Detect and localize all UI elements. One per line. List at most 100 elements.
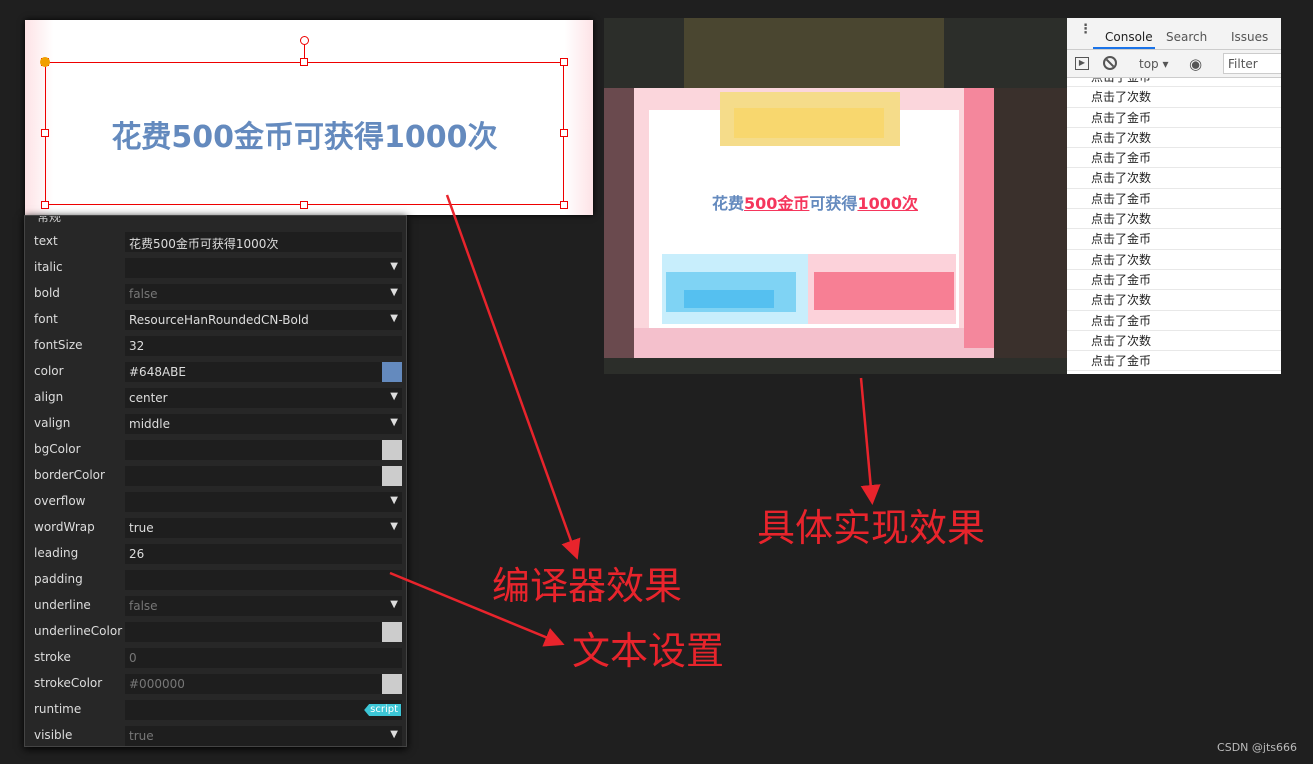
dropdown-arrow-icon[interactable]: ▼ [390, 287, 398, 298]
property-value: center [129, 391, 168, 405]
clear-console-icon[interactable] [1103, 56, 1117, 70]
property-label: font [34, 312, 58, 326]
property-label: italic [34, 260, 63, 274]
property-input-visible[interactable]: true ▼ [125, 726, 402, 746]
resize-handle[interactable] [300, 201, 308, 209]
devtools-tabs: ⋮ Console Search Issues [1067, 18, 1281, 50]
color-swatch[interactable] [382, 466, 402, 486]
editor-preview[interactable]: 花费500金币可获得1000次 [25, 20, 593, 215]
tab-search[interactable]: Search [1166, 30, 1207, 44]
color-swatch[interactable] [382, 674, 402, 694]
property-label: wordWrap [34, 520, 95, 534]
dropdown-arrow-icon[interactable]: ▼ [390, 391, 398, 402]
dropdown-arrow-icon[interactable]: ▼ [390, 313, 398, 324]
property-input-color[interactable]: #648ABE [125, 362, 402, 382]
property-input-bold[interactable]: false ▼ [125, 284, 402, 304]
game-text-part: 1000次 [857, 194, 918, 213]
tab-issues[interactable]: Issues [1231, 30, 1268, 44]
active-tab-indicator [1093, 47, 1155, 49]
property-input-leading[interactable]: 26 [125, 544, 402, 564]
resize-handle[interactable] [300, 58, 308, 66]
color-swatch[interactable] [382, 622, 402, 642]
filter-input[interactable]: Filter [1223, 53, 1281, 74]
property-label: leading [34, 546, 79, 560]
property-row-runtime: runtime script [25, 700, 405, 720]
console-log-entry: 点击了金币 [1067, 189, 1281, 210]
property-row-italic: italic ▼ [25, 258, 405, 278]
dropdown-arrow-icon[interactable]: ▼ [390, 261, 398, 272]
context-select[interactable]: top ▾ [1139, 57, 1169, 71]
more-icon[interactable]: ⋮ [1079, 23, 1092, 36]
property-value: false [129, 287, 158, 301]
property-row-bgColor: bgColor [25, 440, 405, 460]
console-log-entry: 点击了金币 [1067, 229, 1281, 250]
console-log-entry: 点击了次数 [1067, 128, 1281, 149]
property-input-underlineColor[interactable] [125, 622, 402, 642]
dropdown-arrow-icon[interactable]: ▼ [390, 495, 398, 506]
property-input-valign[interactable]: middle ▼ [125, 414, 402, 434]
property-input-bgColor[interactable] [125, 440, 402, 460]
property-value: 0 [129, 651, 137, 665]
property-label: color [34, 364, 64, 378]
property-value: #000000 [129, 677, 185, 691]
property-row-borderColor: borderColor [25, 466, 405, 486]
resize-handle[interactable] [560, 201, 568, 209]
property-input-wordWrap[interactable]: true ▼ [125, 518, 402, 538]
property-row-font: font ResourceHanRoundedCN-Bold ▼ [25, 310, 405, 330]
property-row-color: color #648ABE [25, 362, 405, 382]
console-log-entry: 点击了金币 [1067, 270, 1281, 291]
color-swatch[interactable] [382, 362, 402, 382]
dropdown-arrow-icon[interactable]: ▼ [390, 729, 398, 740]
pivot-handle[interactable] [40, 57, 50, 67]
property-value: #648ABE [129, 365, 186, 379]
console-log-entry: 点击了次数 [1067, 209, 1281, 230]
dropdown-arrow-icon[interactable]: ▼ [390, 417, 398, 428]
property-label: runtime [34, 702, 82, 716]
property-input-stroke[interactable]: 0 [125, 648, 402, 668]
arrow-editor [445, 194, 581, 560]
script-badge[interactable]: script [364, 704, 401, 716]
sidebar-toggle-icon[interactable]: ▶ [1075, 57, 1089, 70]
console-log-entry: 点击了金币 [1067, 108, 1281, 128]
property-label: bold [34, 286, 60, 300]
game-text-part: 500金币 [744, 194, 810, 213]
tab-console[interactable]: Console [1105, 30, 1153, 44]
property-row-stroke: stroke 0 [25, 648, 405, 668]
property-input-borderColor[interactable] [125, 466, 402, 486]
properties-panel: 常规 text 花费500金币可获得1000次 italic ▼ bold fa… [24, 215, 407, 747]
property-row-text: text 花费500金币可获得1000次 [25, 232, 405, 252]
console-log-entry: 点击了金币 [1067, 311, 1281, 331]
console-log-entry: 点击了次数 [1067, 331, 1281, 352]
resize-handle[interactable] [41, 201, 49, 209]
property-input-padding[interactable] [125, 570, 402, 590]
property-label: text [34, 234, 58, 248]
property-input-underline[interactable]: false ▼ [125, 596, 402, 616]
game-text-part: 可获得 [809, 194, 858, 213]
property-input-align[interactable]: center ▼ [125, 388, 402, 408]
property-input-italic[interactable]: ▼ [125, 258, 402, 278]
property-input-fontSize[interactable]: 32 [125, 336, 402, 356]
resize-handle[interactable] [560, 129, 568, 137]
property-row-fontSize: fontSize 32 [25, 336, 405, 356]
property-label: borderColor [34, 468, 105, 482]
rotate-handle[interactable] [300, 36, 309, 45]
property-row-leading: leading 26 [25, 544, 405, 564]
property-input-font[interactable]: ResourceHanRoundedCN-Bold ▼ [125, 310, 402, 330]
dropdown-arrow-icon[interactable]: ▼ [390, 599, 398, 610]
property-label: valign [34, 416, 71, 430]
property-input-strokeColor[interactable]: #000000 [125, 674, 402, 694]
property-input-runtime[interactable]: script [125, 700, 402, 720]
property-input-overflow[interactable]: ▼ [125, 492, 402, 512]
property-row-bold: bold false ▼ [25, 284, 405, 304]
resize-handle[interactable] [560, 58, 568, 66]
panel-title: 常规 [37, 215, 62, 224]
console-log-entry: 点击了次数 [1067, 87, 1281, 108]
property-row-overflow: overflow ▼ [25, 492, 405, 512]
game-text-part: 花费 [712, 194, 745, 213]
dropdown-arrow-icon[interactable]: ▼ [390, 521, 398, 532]
eye-icon[interactable]: ◉ [1189, 55, 1202, 73]
property-input-text[interactable]: 花费500金币可获得1000次 [125, 232, 402, 252]
label-editor-effect: 编译器效果 [492, 564, 683, 608]
resize-handle[interactable] [41, 129, 49, 137]
color-swatch[interactable] [382, 440, 402, 460]
